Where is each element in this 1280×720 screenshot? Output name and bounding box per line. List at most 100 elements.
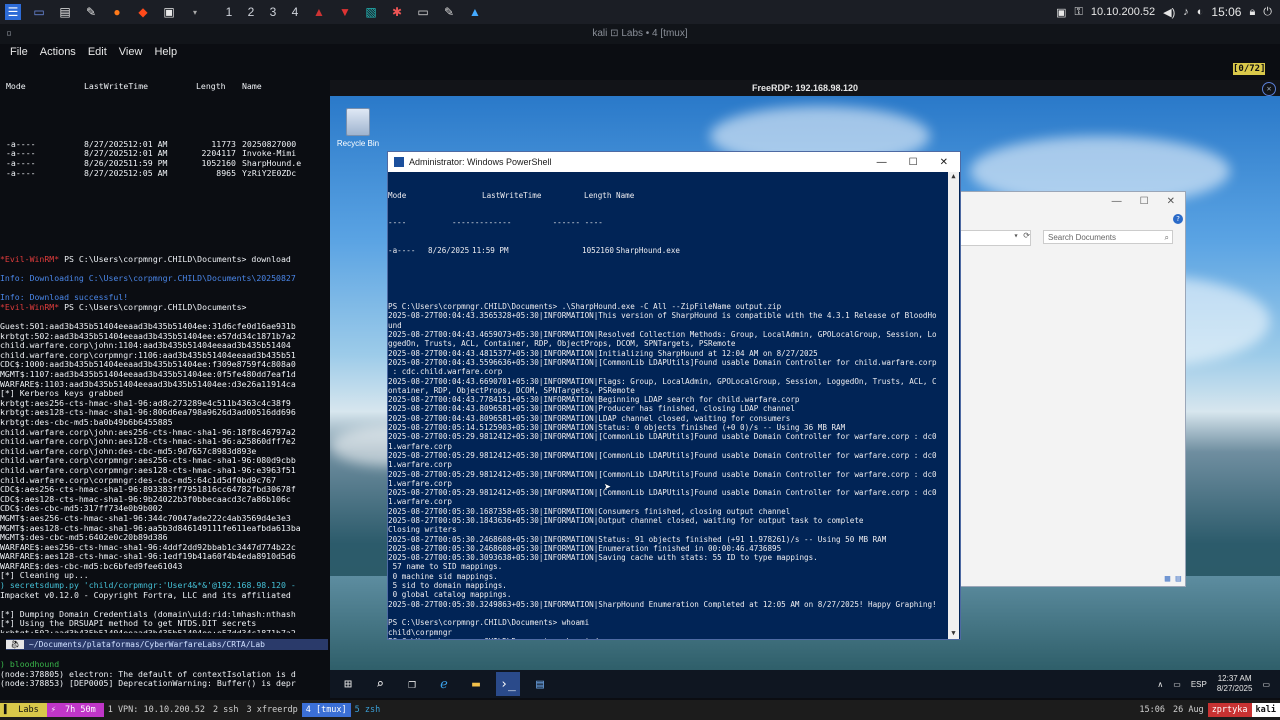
- powershell-console[interactable]: Mode LastWriteTime Length Name ---- -------…: [388, 172, 948, 639]
- recycle-bin-icon: [346, 108, 370, 136]
- clock[interactable]: 15:06: [1211, 5, 1241, 19]
- firefox-icon[interactable]: ●: [109, 4, 125, 20]
- terminal-line: CDC$:des-cbc-md5:317ff734e0b9b002: [0, 504, 163, 514]
- view-toggle-icons[interactable]: ▦ ▤: [1165, 574, 1181, 584]
- burp-icon[interactable]: ◆: [135, 4, 151, 20]
- tmux-window-3[interactable]: 3 xfreerdp: [243, 703, 302, 717]
- ps-output-line: 2025-08-27T00:05:29.9812412+05:30|INFORM…: [388, 469, 937, 479]
- desktop-icon[interactable]: ▭: [31, 4, 47, 20]
- app-icon-6[interactable]: ✎: [441, 4, 457, 20]
- workspace-4[interactable]: 4: [284, 5, 306, 19]
- ps-output-line: 2025-08-27T00:04:43.8096581+05:30|INFORM…: [388, 413, 791, 423]
- terminal-line: WARFARE$:1103:aad3b435b51404eeaad3b435b5…: [0, 379, 296, 389]
- power-icon[interactable]: ⏻: [1263, 6, 1272, 19]
- address-dropdown[interactable]: ▾ ⟳: [959, 230, 1031, 246]
- tmux-window-2[interactable]: 2 ssh: [209, 703, 243, 717]
- tray-clock[interactable]: 12:37 AM 8/27/2025: [1217, 674, 1253, 694]
- terminal-window-icon: ▫: [6, 28, 13, 39]
- tray-date: 8/27/2025: [1216, 684, 1253, 693]
- menu-view[interactable]: View: [119, 46, 143, 58]
- ps-output-line: 2025-08-27T00:05:30.3093638+05:30|INFORM…: [388, 553, 818, 563]
- menu-actions[interactable]: Actions: [40, 46, 76, 58]
- powershell-titlebar[interactable]: Administrator: Windows PowerShell — ☐ ✕: [388, 152, 960, 172]
- menu-file[interactable]: File: [10, 46, 28, 58]
- scroll-up-icon[interactable]: ▲: [948, 172, 959, 182]
- volume-icon[interactable]: ◀): [1163, 6, 1175, 19]
- ps-output-line: [388, 609, 948, 618]
- ps-file-header: Mode LastWriteTime Length Name: [388, 190, 635, 200]
- workspace-1[interactable]: 1: [218, 5, 240, 19]
- tmux-pane-counter: [0/72]: [1233, 63, 1266, 75]
- tray-language[interactable]: ESP: [1191, 680, 1207, 689]
- app-icon-4[interactable]: ✱: [389, 4, 405, 20]
- lock-icon[interactable]: 🔒︎: [1249, 6, 1255, 19]
- app-icon-7[interactable]: ▲: [467, 4, 483, 20]
- mouse-cursor: ➤: [604, 480, 612, 494]
- tmux-window-5[interactable]: 5 zsh: [351, 703, 385, 717]
- file-row: -a---- 8/27/202512:01 AM 11773 20250827000: [6, 139, 297, 149]
- ps-output-line: 2025-08-27T00:05:30.2468608+05:30|INFORM…: [388, 534, 887, 544]
- powershell-window[interactable]: Administrator: Windows PowerShell — ☐ ✕ …: [387, 151, 961, 640]
- tray-chevron-icon[interactable]: ∧: [1157, 680, 1163, 689]
- terminal-line: krbtgt:des-cbc-md5:ba0b49b6b6455885: [0, 417, 173, 427]
- terminal-icon[interactable]: ▣: [161, 4, 177, 20]
- scrollbar[interactable]: ▲ ▼: [948, 172, 959, 639]
- tmux-window-1[interactable]: 1 VPN: 10.10.200.52: [104, 703, 209, 717]
- notifications-icon[interactable]: ▭: [1262, 680, 1270, 689]
- minimize-icon[interactable]: —: [1112, 196, 1122, 207]
- tmux-status-bar: ▌ Labs ⚡ 7h 50m 1 VPN: 10.10.200.52 2 ss…: [0, 700, 1280, 720]
- powershell-taskbar-icon[interactable]: ›_: [496, 672, 520, 696]
- workspace-2[interactable]: 2: [240, 5, 262, 19]
- file-explorer-icon[interactable]: ▬: [464, 672, 488, 696]
- terminal-line: child.warfare.corp\john:aes256-cts-hmac-…: [0, 427, 296, 437]
- recycle-bin[interactable]: Recycle Bin: [336, 104, 380, 148]
- task-view-icon[interactable]: ❐: [400, 672, 424, 696]
- tmux-window-4-active[interactable]: 4 [tmux]: [301, 703, 351, 717]
- close-icon[interactable]: ✕: [1167, 196, 1175, 207]
- maximize-icon[interactable]: ☐: [1140, 196, 1149, 207]
- terminal-line: Impacket v0.12.0 - Copyright Fortra, LLC…: [0, 590, 291, 600]
- editor-icon[interactable]: ✎: [83, 4, 99, 20]
- menu-edit[interactable]: Edit: [88, 46, 107, 58]
- powershell-icon: [394, 157, 404, 167]
- close-icon[interactable]: ✕: [940, 157, 948, 168]
- chevron-down-icon[interactable]: ▾: [187, 4, 203, 20]
- ps-command-line: PS C:\Users\corpmngr.CHILD\Documents> wh…: [388, 618, 590, 628]
- kali-menu-icon[interactable]: ☰: [5, 4, 21, 20]
- app-icon-1[interactable]: ▲: [311, 4, 327, 20]
- workspace-3[interactable]: 3: [262, 5, 284, 19]
- app-icon-5[interactable]: ▭: [415, 4, 431, 20]
- app-icon-3[interactable]: ▧: [363, 4, 379, 20]
- terminal-line: ) secretsdump.py 'child/corpmngr:'User4&…: [0, 581, 296, 591]
- search-icon[interactable]: ⌕: [368, 672, 392, 696]
- app-icon-2[interactable]: ▼: [337, 4, 353, 20]
- scroll-down-icon[interactable]: ▼: [948, 629, 959, 639]
- file-row: -a---- 8/27/202512:05 AM 8965 YzRiY2E0ZDc: [6, 168, 297, 178]
- menu-help[interactable]: Help: [154, 46, 177, 58]
- maximize-icon[interactable]: ☐: [909, 157, 918, 168]
- ps-output-line: 2025-08-27T00:04:43.4659073+05:30|INFORM…: [388, 330, 937, 340]
- terminal-line: child.warfare.corp\corpmngr:des-cbc-md5:…: [0, 475, 277, 485]
- network-icon[interactable]: ▭: [1173, 680, 1181, 689]
- file-row: -a---- 8/27/202512:01 AM 2204117 Invoke-Mim…: [6, 149, 297, 159]
- help-icon[interactable]: ?: [1173, 214, 1183, 224]
- screen-icon[interactable]: ▣: [1056, 6, 1066, 19]
- search-input[interactable]: Search Documents ⌕: [1043, 230, 1173, 244]
- bloodhound-output: ) bloodhound (node:378805) electron: The …: [0, 659, 330, 689]
- edge-icon[interactable]: ℯ: [432, 672, 456, 696]
- files-icon[interactable]: ▤: [57, 4, 73, 20]
- ps-output-line: 2025-08-27T00:05:30.3249863+05:30|INFORM…: [388, 599, 937, 609]
- bell-icon[interactable]: ♪: [1183, 6, 1189, 18]
- explorer-window[interactable]: — ☐ ✕ ▾ ⟳ Search Documents ⌕ ? ▦ ▤: [958, 191, 1186, 587]
- ps-output-line: 2025-08-27T00:04:43.8096581+05:30|INFORM…: [388, 404, 795, 414]
- terminal-line: [*] Cleaning up...: [0, 571, 89, 581]
- start-icon[interactable]: ⊞: [336, 672, 360, 696]
- close-icon[interactable]: ✕: [1262, 82, 1276, 96]
- power-manager-icon[interactable]: ◐: [1197, 6, 1204, 18]
- ps-output-line: 2025-08-27T00:05:29.9812412+05:30|INFORM…: [388, 450, 937, 460]
- minimize-icon[interactable]: —: [877, 157, 887, 168]
- left-terminal[interactable]: Mode LastWriteTime Length Name -a---- 8/27/2…: [0, 63, 330, 633]
- terminal-line: *Evil-WinRM* PS C:\Users\corpmngr.CHILD\…: [0, 254, 291, 264]
- server-manager-icon[interactable]: ▤: [528, 672, 552, 696]
